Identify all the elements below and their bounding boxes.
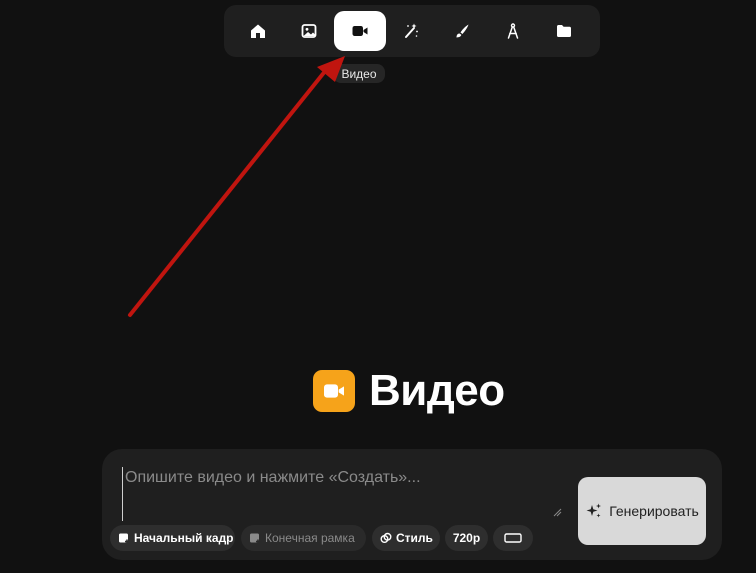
hero-video-badge	[313, 370, 355, 412]
video-icon	[324, 384, 344, 398]
resolution-label: 720p	[452, 531, 481, 545]
style-button[interactable]: Стиль	[372, 525, 440, 551]
tool-magic[interactable]	[385, 11, 437, 51]
video-icon	[352, 26, 368, 36]
tool-image[interactable]	[283, 11, 335, 51]
image-icon	[301, 24, 317, 38]
mode-toolbar	[224, 5, 600, 57]
sparkle-icon	[586, 503, 602, 518]
image-plus-icon	[119, 533, 129, 544]
tool-video[interactable]	[334, 11, 386, 51]
video-tooltip: Видео	[333, 64, 385, 83]
home-icon	[251, 24, 265, 38]
style-label: Стиль	[396, 531, 433, 545]
start-frame-label: Начальный кадр	[134, 531, 234, 545]
end-frame-label: Конечная рамка	[265, 531, 355, 545]
generate-label: Генерировать	[609, 503, 699, 519]
prompt-input[interactable]	[122, 467, 567, 521]
style-icon	[380, 532, 392, 543]
tool-brush[interactable]	[436, 11, 488, 51]
aspect-ratio-icon	[504, 533, 522, 543]
brush-icon	[456, 24, 469, 38]
folder-icon	[557, 25, 571, 37]
tool-folder[interactable]	[538, 11, 590, 51]
tool-home[interactable]	[232, 11, 284, 51]
image-plus-icon	[250, 533, 260, 544]
magic-wand-icon	[405, 23, 418, 38]
resize-grip-icon[interactable]	[552, 507, 562, 517]
tool-compass[interactable]	[487, 11, 539, 51]
end-frame-button[interactable]: Конечная рамка	[241, 525, 366, 551]
generate-button[interactable]: Генерировать	[578, 477, 706, 545]
prompt-composer: Начальный кадр Конечная рамка Стиль 720p	[102, 449, 722, 560]
start-frame-button[interactable]: Начальный кадр	[110, 525, 235, 551]
page-title: Видео	[369, 366, 505, 415]
resolution-button[interactable]: 720p	[445, 525, 488, 551]
aspect-ratio-button[interactable]	[493, 525, 533, 551]
page-heading: Видео	[313, 366, 505, 415]
compass-icon	[507, 23, 519, 39]
